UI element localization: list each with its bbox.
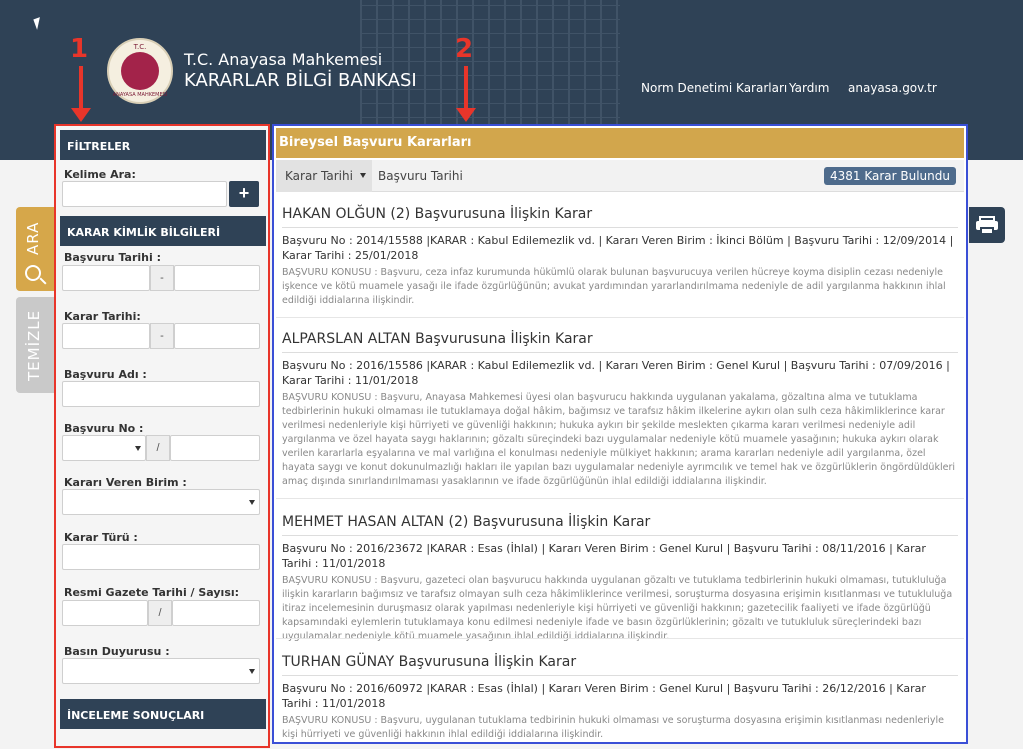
sort-tab-decision-date-label: Karar Tarihi xyxy=(285,169,353,183)
filter-sidebar: FİLTRELER Kelime Ara: + KARAR KİMLİK BİL… xyxy=(54,124,270,748)
decision-type-input[interactable] xyxy=(62,544,260,570)
gazette-date-input[interactable] xyxy=(62,600,148,626)
chevron-down-icon xyxy=(249,500,255,505)
sort-tabs: Karar Tarihi Başvuru Tarihi 4381 Karar B… xyxy=(276,160,964,192)
annotation-arrowhead-1 xyxy=(71,108,91,122)
annotation-arrow-2 xyxy=(464,66,468,110)
keyword-input[interactable] xyxy=(62,181,227,207)
result-item: MEHMET HASAN ALTAN (2) Başvurusuna İlişk… xyxy=(282,514,958,644)
results-heading: Bireysel Başvuru Kararları xyxy=(276,128,964,158)
site-title-line2[interactable]: KARARLAR BİLGİ BANKASI xyxy=(184,70,417,91)
add-keyword-button[interactable]: + xyxy=(229,181,259,207)
gazette-separator: / xyxy=(148,600,172,626)
application-date-separator: - xyxy=(150,265,174,291)
magnifier-icon xyxy=(25,265,41,281)
decision-type-label: Karar Türü : xyxy=(64,531,138,544)
applicant-name-label: Başvuru Adı : xyxy=(64,368,147,381)
applicant-name-input[interactable] xyxy=(62,381,260,407)
sort-tab-application-date[interactable]: Başvuru Tarihi xyxy=(369,160,472,192)
chevron-down-icon xyxy=(249,669,255,674)
annotation-arrow-1 xyxy=(79,66,83,110)
unit-label: Kararı Veren Birim : xyxy=(64,476,187,489)
result-description: BAŞVURU KONUSU : Başvuru, gazeteci olan … xyxy=(282,575,953,642)
application-date-label: Başvuru Tarihi : xyxy=(64,251,161,264)
clear-tab[interactable]: TEMİZLE xyxy=(16,297,54,393)
nav-anayasa-gov[interactable]: anayasa.gov.tr xyxy=(848,81,937,95)
gazette-number-input[interactable] xyxy=(172,600,260,626)
result-title[interactable]: MEHMET HASAN ALTAN (2) Başvurusuna İlişk… xyxy=(282,514,958,536)
application-no-label: Başvuru No : xyxy=(64,422,144,435)
application-no-year-select[interactable] xyxy=(62,435,146,461)
press-release-label: Basın Duyurusu : xyxy=(64,645,170,658)
nav-yardim[interactable]: Yardım xyxy=(789,81,829,95)
clear-tab-label: TEMİZLE xyxy=(25,309,43,381)
search-tab-label: ARA xyxy=(24,221,42,255)
result-item: TURHAN GÜNAY Başvurusuna İlişkin Karar B… xyxy=(282,654,958,742)
gazette-label: Resmi Gazete Tarihi / Sayısı: xyxy=(64,586,240,599)
result-divider xyxy=(276,498,964,499)
result-meta: Başvuru No : 2016/15586 |KARAR : Kabul E… xyxy=(282,359,950,387)
sort-tab-decision-date[interactable]: Karar Tarihi xyxy=(276,160,372,192)
filters-heading: FİLTRELER xyxy=(60,130,266,160)
result-title[interactable]: HAKAN OLĞUN (2) Başvurusuna İlişkin Kara… xyxy=(282,206,958,228)
decision-date-label: Karar Tarihi: xyxy=(64,310,141,323)
result-count-badge: 4381 Karar Bulundu xyxy=(823,167,956,185)
printer-icon[interactable] xyxy=(969,207,1005,243)
result-description: BAŞVURU KONUSU : Başvuru, Anayasa Mahkem… xyxy=(282,392,955,487)
application-date-end[interactable] xyxy=(174,265,260,291)
nav-norm-denetimi[interactable]: Norm Denetimi Kararları xyxy=(641,81,787,95)
search-tab[interactable]: ARA xyxy=(16,207,54,291)
court-logo[interactable]: T.C. ANAYASA MAHKEMESİ xyxy=(107,38,173,104)
result-divider xyxy=(276,638,964,639)
result-meta: Başvuru No : 2014/15588 |KARAR : Kabul E… xyxy=(282,234,954,262)
result-title[interactable]: TURHAN GÜNAY Başvurusuna İlişkin Karar xyxy=(282,654,958,676)
result-meta: Başvuru No : 2016/23672 |KARAR : Esas (İ… xyxy=(282,542,926,570)
keyword-label: Kelime Ara: xyxy=(64,168,136,181)
annotation-arrowhead-2 xyxy=(456,108,476,122)
result-description: BAŞVURU KONUSU : Başvuru, ceza infaz kur… xyxy=(282,267,946,306)
result-item: ALPARSLAN ALTAN Başvurusuna İlişkin Kara… xyxy=(282,331,958,489)
application-no-separator: / xyxy=(146,435,170,461)
annotation-number-1: 1 xyxy=(70,34,89,64)
logo-emblem xyxy=(121,52,159,90)
logo-text-bottom: ANAYASA MAHKEMESİ xyxy=(112,92,168,98)
press-release-select[interactable] xyxy=(62,658,260,684)
chevron-down-icon xyxy=(135,446,141,451)
chevron-down-icon xyxy=(359,173,366,178)
unit-select[interactable] xyxy=(62,489,260,515)
result-divider xyxy=(276,317,964,318)
annotation-number-2: 2 xyxy=(455,34,474,64)
review-results-heading[interactable]: İNCELEME SONUÇLARI xyxy=(60,699,266,729)
application-no-input[interactable] xyxy=(170,435,260,461)
results-panel: Bireysel Başvuru Kararları Karar Tarihi … xyxy=(272,124,968,744)
site-title-line1[interactable]: T.C. Anayasa Mahkemesi xyxy=(184,50,382,69)
result-item: HAKAN OLĞUN (2) Başvurusuna İlişkin Kara… xyxy=(282,206,958,308)
logo-text-top: T.C. xyxy=(133,43,147,51)
decision-date-end[interactable] xyxy=(174,323,260,349)
decision-date-separator: - xyxy=(150,323,174,349)
decision-date-start[interactable] xyxy=(62,323,150,349)
printer-paper-out xyxy=(980,227,994,235)
result-meta: Başvuru No : 2016/60972 |KARAR : Esas (İ… xyxy=(282,682,926,710)
result-description: BAŞVURU KONUSU : Başvuru, uygulanan tutu… xyxy=(282,715,945,740)
application-date-start[interactable] xyxy=(62,265,150,291)
result-title[interactable]: ALPARSLAN ALTAN Başvurusuna İlişkin Kara… xyxy=(282,331,958,353)
identity-section-heading: KARAR KİMLİK BİLGİLERİ xyxy=(60,216,266,246)
